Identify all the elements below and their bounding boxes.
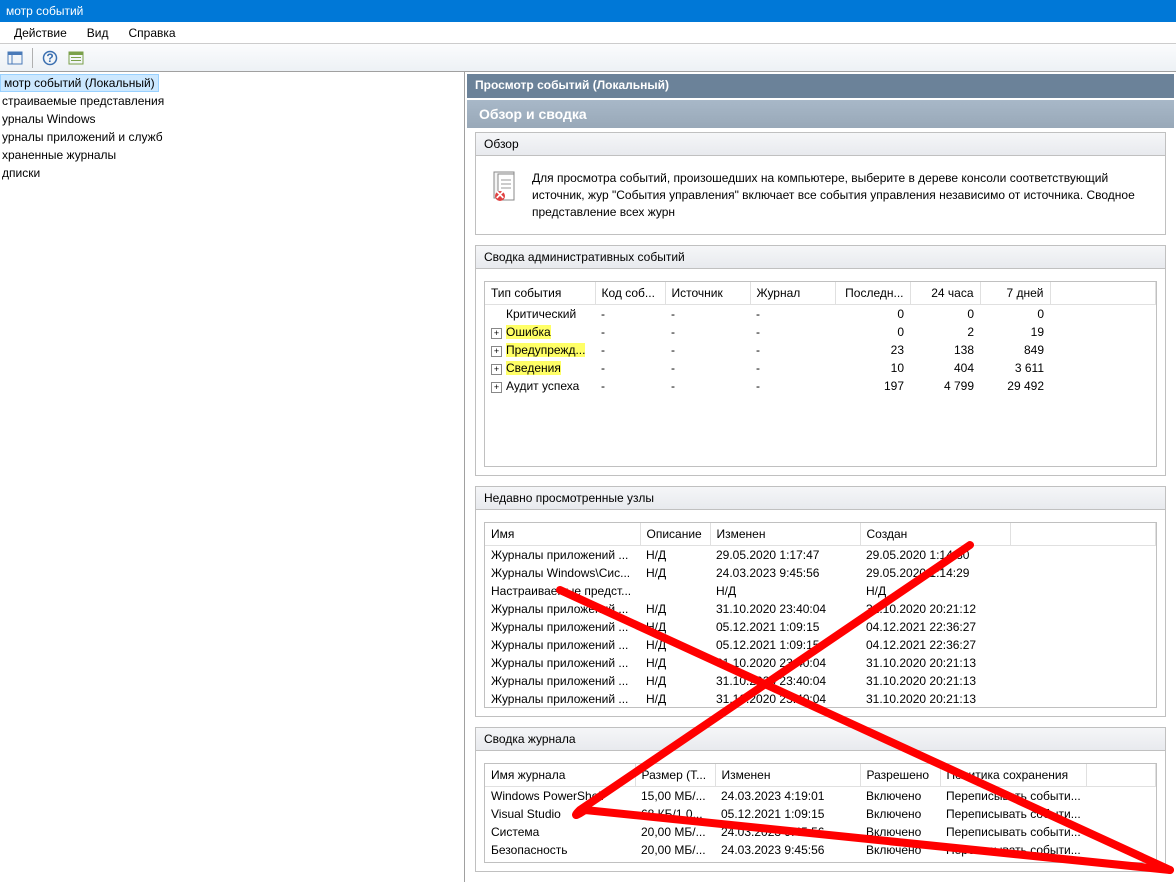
- summary-col-type[interactable]: Тип события: [485, 282, 595, 305]
- summary-col-journal[interactable]: Журнал: [750, 282, 835, 305]
- journal-row[interactable]: Visual Studio68 КБ/1,0...05.12.2021 1:09…: [485, 805, 1156, 823]
- recent-col-name[interactable]: Имя: [485, 523, 640, 546]
- window-titlebar: мотр событий: [0, 0, 1176, 22]
- journal-row[interactable]: Безопасность20,00 МБ/...24.03.2023 9:45:…: [485, 841, 1156, 859]
- summary-row[interactable]: +Ошибка---0219: [485, 323, 1156, 341]
- toolbar-separator: [32, 48, 33, 68]
- expand-icon[interactable]: +: [491, 364, 502, 375]
- recent-col-modified[interactable]: Изменен: [710, 523, 860, 546]
- recent-col-created[interactable]: Создан: [860, 523, 1010, 546]
- summary-section: Сводка административных событий Тип собы…: [475, 245, 1166, 476]
- tree-item[interactable]: урналы Windows: [0, 110, 464, 128]
- recent-row[interactable]: Журналы приложений ...Н/Д31.10.2020 23:4…: [485, 690, 1156, 708]
- menu-bar: Действие Вид Справка: [0, 22, 1176, 44]
- menu-view[interactable]: Вид: [77, 24, 119, 42]
- journal-col-modified[interactable]: Изменен: [715, 764, 860, 787]
- recent-row[interactable]: Журналы приложений ...Н/Д05.12.2021 1:09…: [485, 636, 1156, 654]
- journal-section: Сводка журнала Имя журнала Размер (Т... …: [475, 727, 1166, 872]
- recent-header: Недавно просмотренные узлы: [476, 487, 1165, 510]
- navigation-tree[interactable]: мотр событий (Локальный) страиваемые пре…: [0, 72, 465, 882]
- log-icon: ✕: [490, 170, 522, 202]
- summary-col-pad: [1050, 282, 1156, 305]
- toolbar: ?: [0, 44, 1176, 72]
- summary-col-last[interactable]: Последн...: [835, 282, 910, 305]
- recent-col-pad: [1010, 523, 1156, 546]
- recent-row[interactable]: Журналы приложений ...Н/Д31.10.2020 23:4…: [485, 600, 1156, 618]
- expand-icon[interactable]: +: [491, 382, 502, 393]
- recent-row[interactable]: Журналы Windows\Сис...Н/Д24.03.2023 9:45…: [485, 564, 1156, 582]
- summary-row[interactable]: Критический---000: [485, 305, 1156, 324]
- overview-header: Обзор: [476, 133, 1165, 156]
- content-title: Обзор и сводка: [467, 100, 1174, 128]
- summary-row[interactable]: +Аудит успеха---1974 79929 492: [485, 377, 1156, 395]
- tree-item[interactable]: страиваемые представления: [0, 92, 464, 110]
- recent-table[interactable]: Имя Описание Изменен Создан Журналы прил…: [485, 523, 1156, 708]
- journal-header: Сводка журнала: [476, 728, 1165, 751]
- menu-help[interactable]: Справка: [118, 24, 185, 42]
- recent-row[interactable]: Журналы приложений ...Н/Д29.05.2020 1:17…: [485, 546, 1156, 565]
- svg-text:?: ?: [46, 51, 53, 65]
- recent-row[interactable]: Журналы приложений ...Н/Д31.10.2020 23:4…: [485, 672, 1156, 690]
- tree-root[interactable]: мотр событий (Локальный): [0, 74, 159, 92]
- journal-col-size[interactable]: Размер (Т...: [635, 764, 715, 787]
- journal-table[interactable]: Имя журнала Размер (Т... Изменен Разреше…: [485, 764, 1156, 859]
- summary-row[interactable]: +Сведения---104043 611: [485, 359, 1156, 377]
- overview-text: Для просмотра событий, произошедших на к…: [532, 170, 1151, 220]
- tree-item[interactable]: дписки: [0, 164, 464, 182]
- journal-col-pad: [1087, 764, 1156, 787]
- recent-col-desc[interactable]: Описание: [640, 523, 710, 546]
- summary-table[interactable]: Тип события Код соб... Источник Журнал П…: [485, 282, 1156, 395]
- overview-section: Обзор ✕ Для просмотра: [475, 132, 1166, 235]
- content-header: Просмотр событий (Локальный): [467, 74, 1174, 98]
- recent-row[interactable]: Журналы приложений ...Н/Д05.12.2021 1:09…: [485, 618, 1156, 636]
- summary-header: Сводка административных событий: [476, 246, 1165, 269]
- svg-text:✕: ✕: [495, 188, 505, 202]
- journal-col-enabled[interactable]: Разрешено: [860, 764, 940, 787]
- expand-icon[interactable]: +: [491, 328, 502, 339]
- menu-action[interactable]: Действие: [4, 24, 77, 42]
- tree-item[interactable]: урналы приложений и служб: [0, 128, 464, 146]
- summary-col-code[interactable]: Код соб...: [595, 282, 665, 305]
- journal-row[interactable]: Система20,00 МБ/...24.03.2023 9:45:56Вкл…: [485, 823, 1156, 841]
- journal-col-name[interactable]: Имя журнала: [485, 764, 635, 787]
- toolbar-help-icon[interactable]: ?: [39, 47, 61, 69]
- summary-row[interactable]: +Предупрежд...---23138849: [485, 341, 1156, 359]
- recent-section: Недавно просмотренные узлы Имя Описание …: [475, 486, 1166, 717]
- summary-col-7d[interactable]: 7 дней: [980, 282, 1050, 305]
- toolbar-view-icon[interactable]: [4, 47, 26, 69]
- tree-item[interactable]: храненные журналы: [0, 146, 464, 164]
- journal-row[interactable]: Windows PowerShell15,00 МБ/...24.03.2023…: [485, 787, 1156, 806]
- window-title: мотр событий: [6, 4, 83, 18]
- recent-row[interactable]: Настраиваемые предст...Н/ДН/Д: [485, 582, 1156, 600]
- toolbar-properties-icon[interactable]: [65, 47, 87, 69]
- summary-col-source[interactable]: Источник: [665, 282, 750, 305]
- recent-row[interactable]: Журналы приложений ...Н/Д31.10.2020 23:4…: [485, 654, 1156, 672]
- summary-col-24h[interactable]: 24 часа: [910, 282, 980, 305]
- expand-icon[interactable]: +: [491, 346, 502, 357]
- journal-col-policy[interactable]: Политика сохранения: [940, 764, 1087, 787]
